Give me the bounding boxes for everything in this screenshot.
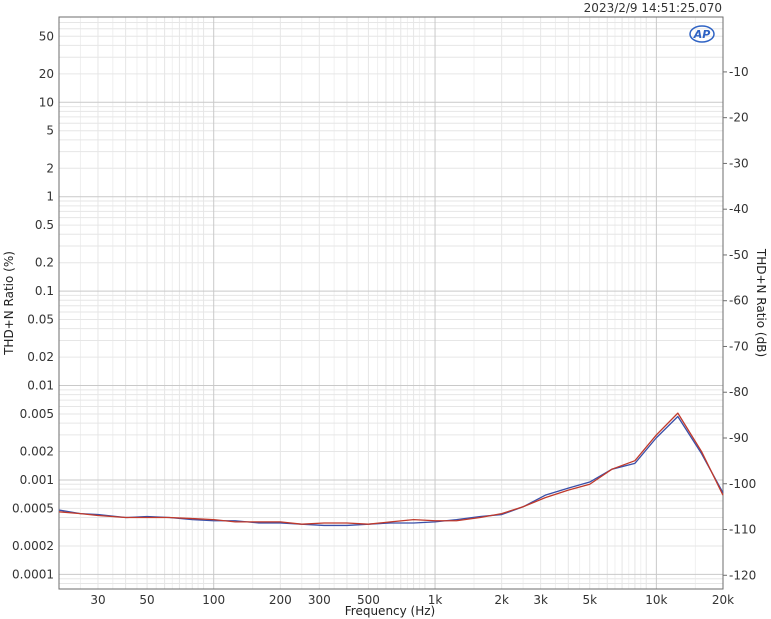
y-tick-label-left: 0.5: [35, 218, 54, 232]
y-tick-label-right: -20: [729, 111, 749, 125]
x-tick-label: 200: [269, 593, 292, 607]
x-tick-label: 20k: [712, 593, 734, 607]
y-tick-label-left: 0.02: [27, 350, 54, 364]
y-tick-label-left: 0.002: [20, 445, 54, 459]
y-tick-label-right: -100: [729, 477, 756, 491]
x-tick-label: 5k: [582, 593, 597, 607]
y-tick-label-right: -110: [729, 523, 756, 537]
y-tick-label-right: -90: [729, 431, 749, 445]
y-tick-label-left: 0.005: [20, 407, 54, 421]
major-grid: [59, 17, 723, 589]
x-tick-label: 10k: [645, 593, 667, 607]
ap-logo-icon: AP: [689, 25, 715, 43]
x-tick-label: 30: [90, 593, 105, 607]
minor-grid: [58, 16, 724, 590]
y-tick-label-left: 0.1: [35, 284, 54, 298]
series-line-2: [58, 412, 724, 525]
y-tick-label-right: -120: [729, 568, 756, 582]
y-tick-label-left: 5: [46, 124, 54, 138]
y-tick-label-right: -30: [729, 156, 749, 170]
thd-n-chart: 30 50 100 200 300 500 1k 2k 3k 5k 10k 20k 502010521…: [2, 1, 768, 618]
y-tick-label-left: 0.0001: [12, 567, 54, 581]
y-tick-label-left: 20: [39, 67, 54, 81]
y-tick-label-left: 1: [46, 190, 54, 204]
y-tick-label-left: 10: [39, 95, 54, 109]
y-axis-right-ticks: -10 -20 -30 -40 -50 -60 -70 -80 -90 -100 -110 -120: [723, 65, 756, 582]
y-tick-label-left: 0.01: [27, 379, 54, 393]
y-tick-label-left: 0.0002: [12, 539, 54, 553]
x-tick-label: 3k: [533, 593, 548, 607]
y-tick-label-right: -10: [729, 65, 749, 79]
x-tick-label: 300: [308, 593, 331, 607]
y-tick-label-left: 2: [46, 161, 54, 175]
ap-logo-text: AP: [693, 28, 711, 41]
y-axis-right-label: THD+N Ratio (dB): [754, 248, 768, 357]
x-axis-label: Frequency (Hz): [345, 604, 436, 618]
timestamp: 2023/2/9 14:51:25.070: [584, 1, 722, 15]
y-tick-label-right: -50: [729, 248, 749, 262]
plot-frame: [58, 16, 724, 590]
y-tick-label-left: 0.001: [20, 473, 54, 487]
y-tick-label-left: 0.0005: [12, 501, 54, 515]
y-axis-left-label: THD+N Ratio (%): [2, 251, 16, 356]
x-tick-label: 2k: [494, 593, 509, 607]
x-tick-label: 50: [139, 593, 154, 607]
y-tick-label-right: -80: [729, 385, 749, 399]
x-tick-label: 100: [202, 593, 225, 607]
y-tick-label-left: 50: [39, 29, 54, 43]
series-line-1: [58, 415, 724, 527]
y-tick-label-right: -40: [729, 202, 749, 216]
y-axis-left-ticks: 50 20 10 5 2 1 0.5 0.2 0.1 0.05 0.02 0.01 0.005 0.002…: [12, 29, 54, 581]
y-tick-label-left: 0.2: [35, 256, 54, 270]
y-tick-label-right: -60: [729, 294, 749, 308]
y-tick-label-left: 0.05: [27, 313, 54, 327]
y-tick-label-right: -70: [729, 339, 749, 353]
